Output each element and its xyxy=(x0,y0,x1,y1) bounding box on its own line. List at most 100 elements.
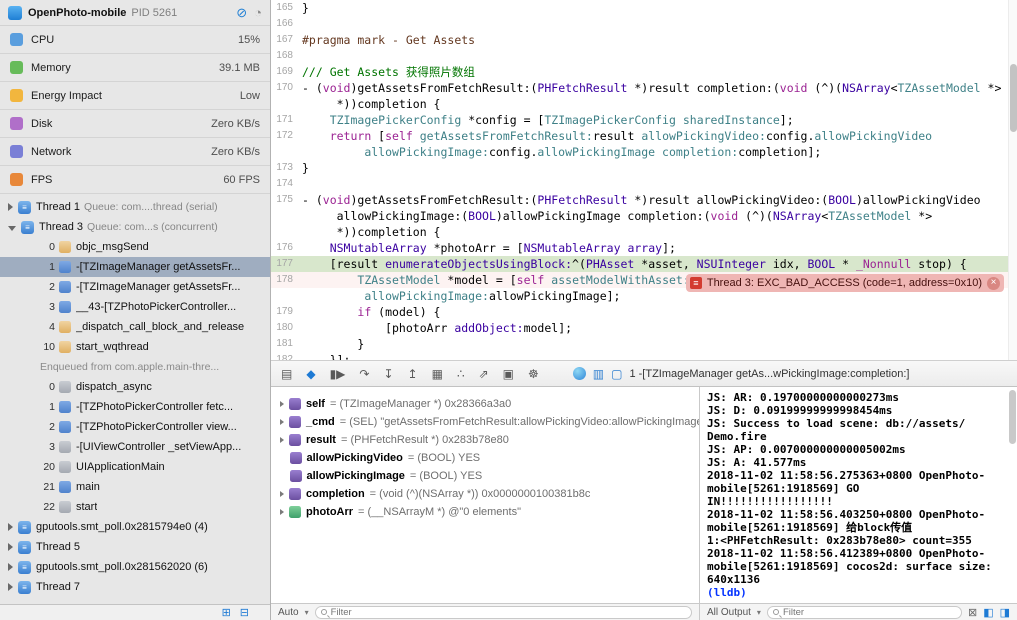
disclosure-triangle-icon[interactable] xyxy=(8,543,13,551)
hide-debug-area-icon[interactable]: ▤ xyxy=(281,367,292,381)
variable-row[interactable]: allowPickingVideo = (BOOL) YES xyxy=(271,449,699,467)
pane-toggle-icon[interactable]: ⊟ xyxy=(240,606,249,620)
code-line[interactable]: 170- (void)getAssetsFromFetchResult:(PHF… xyxy=(271,80,1017,96)
stack-frame-row[interactable]: 0 dispatch_async xyxy=(0,377,270,397)
line-number[interactable]: 165 xyxy=(271,0,302,16)
scope-popup[interactable]: Auto xyxy=(278,607,299,618)
disclosure-triangle-icon[interactable] xyxy=(280,401,284,407)
line-number[interactable]: 177 xyxy=(271,256,302,272)
thread-row[interactable]: ≡ Thread 5 xyxy=(0,537,270,557)
output-scope-popup[interactable]: All Output xyxy=(707,607,751,618)
line-number[interactable]: 174 xyxy=(271,176,302,192)
gauge-dial-icon[interactable]: ◔ xyxy=(254,5,262,20)
stack-frame-row[interactable]: 1 -[TZImageManager getAssetsFr... xyxy=(0,257,270,277)
gauge-row-fps[interactable]: FPS 60 FPS xyxy=(0,166,270,194)
scrollbar-thumb[interactable] xyxy=(1010,64,1017,132)
lldb-prompt[interactable]: (lldb) xyxy=(707,586,1007,599)
console-scrollbar[interactable] xyxy=(1009,390,1016,444)
code-line[interactable]: 169/// Get Assets 获得照片数组 xyxy=(271,64,1017,80)
process-row[interactable]: OpenPhoto-mobile PID 5261 ⊘ ◔ xyxy=(0,0,270,25)
stack-frame-row[interactable]: 2 -[TZPhotoPickerController view... xyxy=(0,417,270,437)
thread-row[interactable]: ≡ gputools.smt_poll.0x2815794e0 (4) xyxy=(0,517,270,537)
stack-frame-row[interactable]: 0 objc_msgSend xyxy=(0,237,270,257)
line-number[interactable]: 169 xyxy=(271,64,302,80)
console-view[interactable]: JS: AR: 0.19700000000000273ms JS: D: 0.09… xyxy=(700,387,1017,620)
stack-frame-row[interactable]: 3 __43-[TZPhotoPickerController... xyxy=(0,297,270,317)
stack-frame-row[interactable]: 4 _dispatch_call_block_and_release xyxy=(0,317,270,337)
stack-frame-row[interactable]: 21 main xyxy=(0,477,270,497)
gauge-row-cpu[interactable]: CPU 15% xyxy=(0,26,270,54)
source-editor[interactable]: 165} 166 167 #pragma mark - Get Assets 168 16… xyxy=(271,0,1017,360)
code-line[interactable]: 176 NSMutableArray *photoArr = [NSMutabl… xyxy=(271,240,1017,256)
stack-frame-row[interactable]: 22 start xyxy=(0,497,270,517)
line-number[interactable]: 176 xyxy=(271,240,302,256)
line-number[interactable] xyxy=(271,96,302,112)
code-line[interactable]: 165} xyxy=(271,0,1017,16)
variable-row[interactable]: result = (PHFetchResult *) 0x283b78e80 xyxy=(271,431,699,449)
code-line[interactable]: 174 xyxy=(271,176,1017,192)
disclosure-triangle-icon[interactable] xyxy=(280,437,284,443)
line-number[interactable]: 180 xyxy=(271,320,302,336)
variables-filter-input[interactable] xyxy=(330,606,686,618)
thread-row[interactable]: ≡ Thread 3 Queue: com...s (concurrent) xyxy=(0,217,270,237)
gauge-row-memory[interactable]: Memory 39.1 MB xyxy=(0,54,270,82)
variable-row[interactable]: _cmd = (SEL) "getAssetsFromFetchResult:al… xyxy=(271,413,699,431)
code-line[interactable]: 175- (void)getAssetsFromFetchResult:(PHF… xyxy=(271,192,1017,208)
disclosure-triangle-icon[interactable] xyxy=(8,523,13,531)
clear-console-icon[interactable]: ⊠ xyxy=(968,606,977,619)
thread-row[interactable]: ≡ Thread 1 Queue: com....thread (serial) xyxy=(0,197,270,217)
gauge-row-disk[interactable]: Disk Zero KB/s xyxy=(0,110,270,138)
console-filter-input[interactable] xyxy=(782,606,956,618)
simulate-location-icon[interactable]: ⇗ xyxy=(479,367,489,381)
close-icon[interactable]: × xyxy=(987,276,1000,290)
step-out-icon[interactable]: ↥ xyxy=(408,367,418,381)
breakpoints-toggle-icon[interactable]: ◆ xyxy=(306,367,315,381)
code-line[interactable]: 177 [result enumerateObjectsUsingBlock:^… xyxy=(271,256,1017,272)
thread-row[interactable]: ≡ Thread 7 xyxy=(0,577,270,597)
stack-frame-row[interactable]: 20 UIApplicationMain xyxy=(0,457,270,477)
console-filter[interactable] xyxy=(766,605,962,619)
line-number[interactable]: 182 xyxy=(271,352,302,360)
stack-frame-row[interactable]: 1 -[TZPhotoPickerController fetc... xyxy=(0,397,270,417)
line-number[interactable]: 170 xyxy=(271,80,302,96)
debug-jump-bar[interactable]: ▥ ▢ 1 -[TZImageManager getAs...wPickingI… xyxy=(572,367,909,381)
line-number[interactable]: 172 xyxy=(271,128,302,144)
variable-row[interactable]: photoArr = (__NSArrayM *) @"0 elements" xyxy=(271,503,699,521)
gauge-row-energy-impact[interactable]: Energy Impact Low xyxy=(0,82,270,110)
code-line[interactable]: 172 return [self getAssetsFromFetchResul… xyxy=(271,128,1017,144)
stack-frame-row[interactable]: 10 start_wqthread xyxy=(0,337,270,357)
continue-icon[interactable]: ▮▶ xyxy=(330,367,346,381)
line-number[interactable]: 181 xyxy=(271,336,302,352)
variable-row[interactable]: self = (TZImageManager *) 0x28366a3a0 xyxy=(271,395,699,413)
code-line[interactable]: 168 xyxy=(271,48,1017,64)
code-line[interactable]: 166 xyxy=(271,16,1017,32)
console-pane-toggle-icon[interactable]: ◨ xyxy=(1000,606,1010,619)
step-over-icon[interactable]: ↷ xyxy=(359,367,369,381)
filter-toggle-icon[interactable]: ⊞ xyxy=(222,606,231,620)
code-line[interactable]: 179 if (model) { xyxy=(271,304,1017,320)
disclosure-triangle-icon[interactable] xyxy=(280,509,284,515)
disclosure-triangle-icon[interactable] xyxy=(8,563,13,571)
disclosure-triangle-icon[interactable] xyxy=(280,419,284,425)
disclosure-triangle-icon[interactable] xyxy=(280,491,284,497)
line-number[interactable]: 171 xyxy=(271,112,302,128)
gpu-frame-capture-icon[interactable]: ▣ xyxy=(503,367,514,381)
line-number[interactable]: 179 xyxy=(271,304,302,320)
line-number[interactable] xyxy=(271,144,302,160)
disclosure-triangle-icon[interactable] xyxy=(8,583,13,591)
code-line[interactable]: 167 #pragma mark - Get Assets xyxy=(271,32,1017,48)
variable-row[interactable]: allowPickingImage = (BOOL) YES xyxy=(271,467,699,485)
line-number[interactable]: 173 xyxy=(271,160,302,176)
line-number[interactable]: 167 xyxy=(271,32,302,48)
stack-frame-row[interactable]: 3 -[UIViewController _setViewApp... xyxy=(0,437,270,457)
code-line[interactable]: allowPickingImage:config.allowPickingIma… xyxy=(271,144,1017,160)
code-line[interactable]: 181 } xyxy=(271,336,1017,352)
line-number[interactable] xyxy=(271,224,302,240)
line-number[interactable]: 166 xyxy=(271,16,302,32)
gauge-row-network[interactable]: Network Zero KB/s xyxy=(0,138,270,166)
stack-frame-row[interactable]: 2 -[TZImageManager getAssetsFr... xyxy=(0,277,270,297)
code-line[interactable]: 182 }]; xyxy=(271,352,1017,360)
variable-row[interactable]: completion = (void (^)(NSArray *)) 0x0000… xyxy=(271,485,699,503)
line-number[interactable]: 178 xyxy=(271,272,302,288)
variables-pane-toggle-icon[interactable]: ◧ xyxy=(983,606,993,619)
